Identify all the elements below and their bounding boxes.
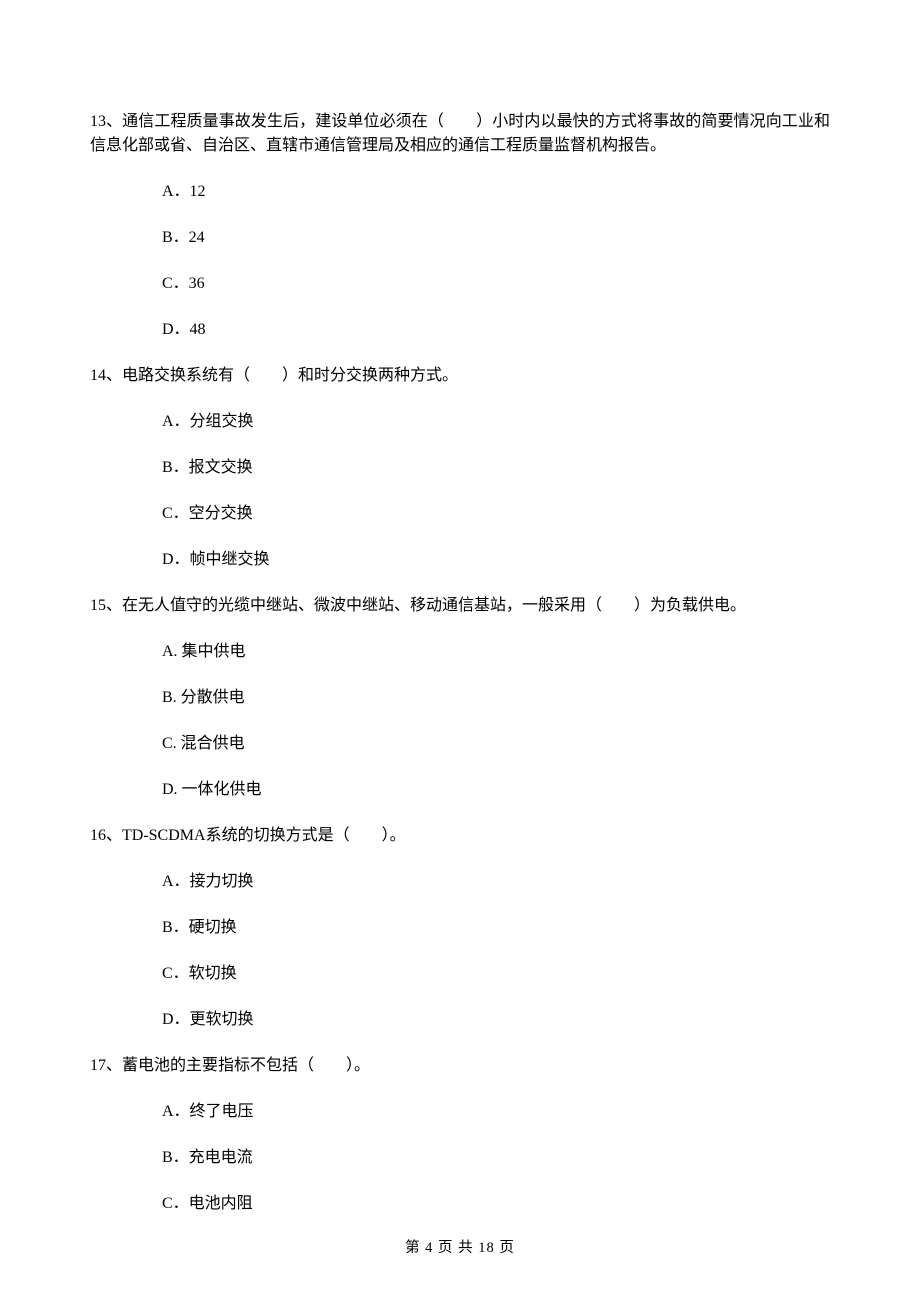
option-b: B．硬切换 [162, 916, 830, 940]
question-16: 16、TD-SCDMA系统的切换方式是（ ）。 A．接力切换 B．硬切换 C．软… [90, 824, 830, 1032]
question-text: 14、电路交换系统有（ ）和时分交换两种方式。 [90, 364, 830, 388]
option-list: A．终了电压 B．充电电流 C．电池内阻 [90, 1100, 830, 1216]
option-a: A．终了电压 [162, 1100, 830, 1124]
question-text: 13、通信工程质量事故发生后，建设单位必须在（ ）小时内以最快的方式将事故的简要… [90, 110, 830, 158]
option-b: B．报文交换 [162, 456, 830, 480]
option-d: D．48 [162, 318, 830, 342]
option-c: C．电池内阻 [162, 1192, 830, 1216]
option-list: A．12 B．24 C．36 D．48 [90, 180, 830, 342]
question-text: 17、蓄电池的主要指标不包括（ ）。 [90, 1054, 830, 1078]
question-15: 15、在无人值守的光缆中继站、微波中继站、移动通信基站，一般采用（ ）为负载供电… [90, 594, 830, 802]
option-list: A．分组交换 B．报文交换 C．空分交换 D．帧中继交换 [90, 410, 830, 572]
option-b: B．24 [162, 226, 830, 250]
option-d: D．更软切换 [162, 1008, 830, 1032]
option-b: B. 分散供电 [162, 686, 830, 710]
question-17: 17、蓄电池的主要指标不包括（ ）。 A．终了电压 B．充电电流 C．电池内阻 [90, 1054, 830, 1216]
option-list: A. 集中供电 B. 分散供电 C. 混合供电 D. 一体化供电 [90, 640, 830, 802]
option-a: A．接力切换 [162, 870, 830, 894]
question-text: 16、TD-SCDMA系统的切换方式是（ ）。 [90, 824, 830, 848]
option-d: D．帧中继交换 [162, 548, 830, 572]
option-c: C．空分交换 [162, 502, 830, 526]
option-c: C. 混合供电 [162, 732, 830, 756]
question-text: 15、在无人值守的光缆中继站、微波中继站、移动通信基站，一般采用（ ）为负载供电… [90, 594, 830, 618]
option-b: B．充电电流 [162, 1146, 830, 1170]
question-14: 14、电路交换系统有（ ）和时分交换两种方式。 A．分组交换 B．报文交换 C．… [90, 364, 830, 572]
option-c: C．36 [162, 272, 830, 296]
option-a: A．分组交换 [162, 410, 830, 434]
page-footer: 第 4 页 共 18 页 [90, 1238, 830, 1260]
option-d: D. 一体化供电 [162, 778, 830, 802]
option-list: A．接力切换 B．硬切换 C．软切换 D．更软切换 [90, 870, 830, 1032]
question-13: 13、通信工程质量事故发生后，建设单位必须在（ ）小时内以最快的方式将事故的简要… [90, 110, 830, 342]
option-a: A. 集中供电 [162, 640, 830, 664]
option-a: A．12 [162, 180, 830, 204]
option-c: C．软切换 [162, 962, 830, 986]
